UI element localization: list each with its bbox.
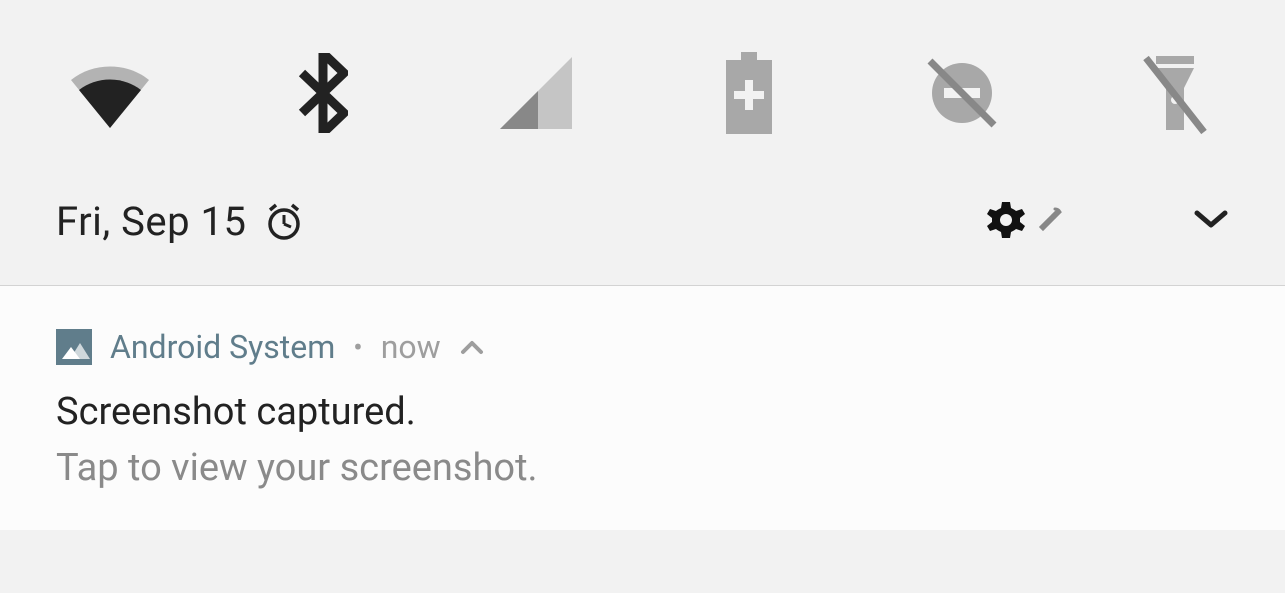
- notification-separator: •: [353, 331, 362, 364]
- cellular-signal-icon: [500, 57, 572, 129]
- notification-app-name: Android System: [110, 328, 335, 366]
- date-row: Fri, Sep 15: [0, 198, 1285, 285]
- cellular-tile[interactable]: [476, 57, 596, 129]
- bluetooth-tile[interactable]: [263, 53, 383, 133]
- do-not-disturb-tile[interactable]: [902, 53, 1022, 133]
- flashlight-tile[interactable]: [1115, 48, 1235, 138]
- date-text[interactable]: Fri, Sep 15: [56, 198, 246, 245]
- settings-button[interactable]: [985, 199, 1063, 245]
- quick-settings-panel: Fri, Sep 15: [0, 0, 1285, 530]
- wifi-icon: [65, 58, 155, 128]
- alarm-icon[interactable]: [264, 202, 304, 242]
- wrench-icon: [1037, 207, 1063, 237]
- gear-icon: [985, 199, 1027, 245]
- quick-settings-tiles: [0, 0, 1285, 198]
- image-icon: [56, 329, 92, 365]
- battery-tile[interactable]: [689, 52, 809, 134]
- notification-card[interactable]: Android System • now Screenshot captured…: [0, 286, 1285, 530]
- do-not-disturb-off-icon: [922, 53, 1002, 133]
- chevron-down-icon: [1193, 209, 1229, 235]
- chevron-up-icon[interactable]: [459, 338, 485, 356]
- flashlight-off-icon: [1140, 48, 1210, 138]
- notification-body: Tap to view your screenshot.: [56, 446, 1229, 490]
- bluetooth-icon: [298, 53, 348, 133]
- wifi-tile[interactable]: [50, 58, 170, 128]
- expand-toggle[interactable]: [1193, 209, 1229, 235]
- notification-timestamp: now: [381, 328, 441, 366]
- notification-header[interactable]: Android System • now: [56, 328, 1229, 366]
- notification-title: Screenshot captured.: [56, 390, 1229, 434]
- battery-icon: [724, 52, 774, 134]
